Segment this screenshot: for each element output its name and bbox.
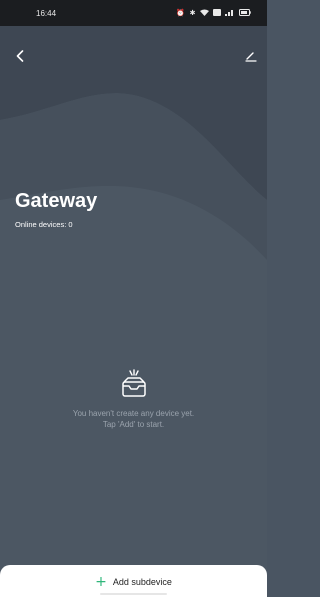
signal-icon — [225, 9, 235, 18]
chevron-left-icon — [16, 50, 24, 62]
top-bar — [0, 44, 267, 68]
screen: 16:44 ⏰ ✱ Gateway Online devices: 0 You … — [0, 0, 267, 597]
empty-message-line2: Tap 'Add' to start. — [102, 420, 165, 429]
edit-button[interactable] — [241, 44, 261, 68]
bluetooth-icon: ✱ — [189, 9, 196, 17]
background-waves — [0, 0, 267, 597]
plus-icon: + — [95, 574, 107, 590]
page-title: Gateway — [15, 190, 98, 212]
back-button[interactable] — [10, 44, 30, 68]
online-devices-count: Online devices: 0 — [15, 220, 73, 229]
home-indicator — [100, 593, 167, 595]
add-subdevice-label: Add subdevice — [112, 577, 172, 587]
empty-message: You haven't create any device yet. Tap '… — [73, 408, 194, 430]
add-subdevice-button[interactable]: + Add subdevice — [0, 572, 267, 592]
alarm-icon: ⏰ — [176, 9, 186, 17]
empty-tray-icon — [121, 369, 146, 397]
wifi-icon — [200, 9, 209, 18]
sim-icon — [213, 8, 221, 18]
empty-state: You haven't create any device yet. Tap '… — [0, 368, 267, 430]
battery-icon — [239, 8, 251, 18]
pencil-icon — [245, 52, 257, 62]
status-time: 16:44 — [36, 8, 57, 18]
status-icons: ⏰ ✱ — [176, 8, 251, 18]
empty-message-line1: You haven't create any device yet. — [72, 409, 195, 418]
status-bar: 16:44 ⏰ ✱ — [0, 0, 267, 26]
